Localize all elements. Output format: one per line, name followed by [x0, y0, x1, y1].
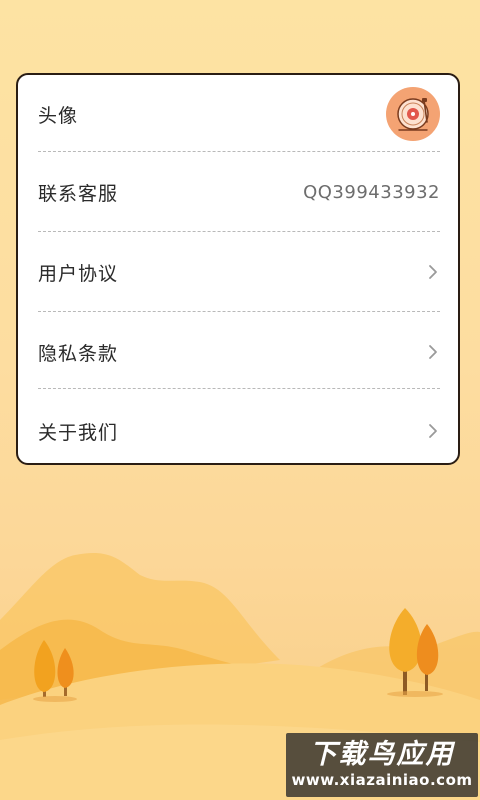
user-agreement-label: 用户协议	[38, 262, 119, 285]
vinyl-record-icon	[393, 94, 433, 134]
user-agreement-row[interactable]: 用户协议	[38, 233, 440, 311]
chevron-right-icon	[426, 262, 440, 282]
chevron-right-icon	[426, 421, 440, 441]
about-us-row[interactable]: 关于我们	[38, 392, 440, 470]
customer-service-value: QQ399433932	[303, 181, 440, 203]
avatar-row[interactable]: 头像	[38, 75, 440, 153]
row-divider	[38, 311, 440, 312]
customer-service-label: 联系客服	[38, 182, 119, 205]
avatar[interactable]	[386, 87, 440, 141]
watermark-url: www.xiazainiao.com	[291, 771, 473, 789]
watermark-logo: 下载鸟应用	[309, 739, 455, 770]
avatar-label: 头像	[38, 104, 79, 127]
privacy-policy-row[interactable]: 隐私条款	[38, 313, 440, 391]
about-us-label: 关于我们	[38, 421, 119, 444]
row-divider	[38, 388, 440, 389]
privacy-policy-label: 隐私条款	[38, 342, 119, 365]
customer-service-row[interactable]: 联系客服 QQ399433932	[38, 153, 440, 231]
chevron-right-icon	[426, 342, 440, 362]
watermark: 下载鸟应用 www.xiazainiao.com	[286, 733, 478, 797]
row-divider	[38, 231, 440, 232]
row-divider	[38, 151, 440, 152]
settings-card: 头像 联系客服 QQ399433932 用户协议 隐私条款 关于我们	[16, 73, 460, 465]
